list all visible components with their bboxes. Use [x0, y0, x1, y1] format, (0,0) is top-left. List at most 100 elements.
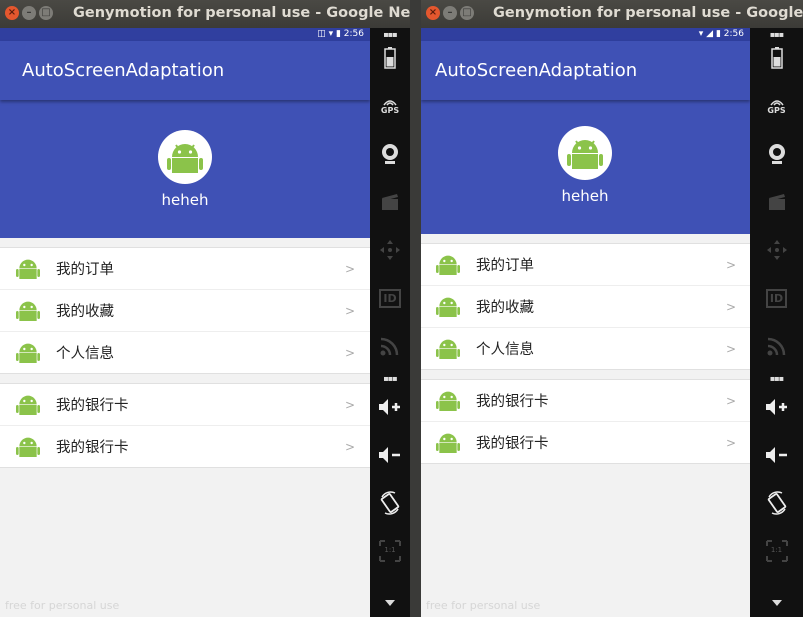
android-icon [436, 339, 460, 359]
window-titlebar[interactable]: × – □ Genymotion for personal use - Goog… [0, 0, 410, 28]
gps-icon[interactable]: GPS [750, 91, 803, 121]
scale-label: 1:1 [384, 546, 396, 554]
menu-item-label: 我的订单 [56, 262, 114, 278]
android-icon [16, 343, 40, 363]
chevron-right-icon: > [344, 261, 355, 276]
chevron-right-icon: > [344, 439, 355, 454]
avatar[interactable] [558, 126, 612, 180]
status-icons: ◫ ▾ ▮ [317, 29, 344, 39]
menu-group-2: 我的银行卡 > 我的银行卡 > [0, 383, 370, 468]
volume-up-icon[interactable] [370, 392, 410, 422]
device-screen[interactable]: ◫ ▾ ▮ 2:56 AutoScreenAdaptation heheh 我的… [0, 28, 370, 617]
chevron-right-icon: > [344, 397, 355, 412]
android-icon [16, 301, 40, 321]
menu-item-label: 我的银行卡 [476, 394, 549, 410]
scroll-down-icon[interactable] [750, 596, 803, 610]
window-title: Genymotion for personal use - Google Nex… [493, 5, 803, 21]
menu-item-bank-card[interactable]: 我的银行卡 > [421, 421, 750, 463]
menu-item-orders[interactable]: 我的订单 > [0, 248, 370, 289]
scale-icon[interactable]: 1:1 [750, 536, 803, 566]
menu-item-profile[interactable]: 个人信息 > [0, 331, 370, 373]
menu-item-bank-card[interactable]: 我的银行卡 > [0, 384, 370, 425]
username: heheh [561, 187, 609, 205]
app-bar-title: AutoScreenAdaptation [0, 41, 370, 100]
cast-icon[interactable] [750, 331, 803, 361]
gps-label: GPS [380, 105, 400, 115]
menu-item-profile[interactable]: 个人信息 > [421, 327, 750, 369]
window-close-button[interactable]: × [5, 6, 19, 20]
chevron-right-icon: > [344, 345, 355, 360]
status-time: 2:56 [343, 29, 364, 39]
username: heheh [161, 191, 209, 209]
dpad-icon[interactable] [370, 235, 410, 265]
menu-item-label: 个人信息 [56, 346, 114, 362]
device-screen[interactable]: ▾ ◢ ▮ 2:56 AutoScreenAdaptation heheh 我的… [421, 28, 750, 617]
window-minimize-button[interactable]: – [22, 6, 36, 20]
window-close-button[interactable]: × [426, 6, 440, 20]
battery-icon[interactable] [370, 43, 410, 73]
menu-item-label: 我的收藏 [56, 304, 114, 320]
window-maximize-button[interactable]: □ [39, 6, 53, 20]
android-icon [436, 255, 460, 275]
gps-icon[interactable]: GPS [370, 91, 410, 121]
scale-icon[interactable]: 1:1 [370, 536, 410, 566]
android-icon [16, 395, 40, 415]
menu-group-1: 我的订单 > 我的收藏 > 个人信息 > [0, 247, 370, 374]
drag-handle: ▪▪▪ [769, 374, 784, 383]
emulator-sidebar: ▪▪▪ GPS ID ▪▪▪ 1:1 [370, 28, 410, 617]
camera-icon[interactable] [750, 139, 803, 169]
drag-handle: ▪▪▪ [769, 30, 784, 39]
volume-down-icon[interactable] [370, 440, 410, 470]
profile-header: heheh [421, 100, 750, 234]
rotate-icon[interactable] [750, 488, 803, 518]
menu-item-orders[interactable]: 我的订单 > [421, 244, 750, 285]
android-icon [567, 140, 603, 169]
watermark: free for personal use [5, 599, 120, 612]
menu-group-2: 我的银行卡 > 我的银行卡 > [421, 379, 750, 464]
chevron-right-icon: > [725, 435, 736, 450]
clapperboard-icon[interactable] [370, 187, 410, 217]
camera-icon[interactable] [370, 139, 410, 169]
menu-item-label: 我的银行卡 [56, 398, 129, 414]
menu-item-label: 我的收藏 [476, 300, 534, 316]
menu-item-bank-card[interactable]: 我的银行卡 > [421, 380, 750, 421]
volume-up-icon[interactable] [750, 392, 803, 422]
cast-icon[interactable] [370, 331, 410, 361]
android-icon [16, 259, 40, 279]
android-icon [436, 391, 460, 411]
gps-label: GPS [767, 105, 786, 115]
volume-down-icon[interactable] [750, 440, 803, 470]
id-icon[interactable]: ID [370, 283, 410, 313]
scroll-down-icon[interactable] [370, 596, 410, 610]
menu-item-label: 我的订单 [476, 258, 534, 274]
chevron-right-icon: > [725, 299, 736, 314]
window-title: Genymotion for personal use - Google Nex… [73, 5, 410, 21]
rotate-icon[interactable] [370, 488, 410, 518]
drag-handle: ▪▪▪ [383, 30, 397, 39]
chevron-right-icon: > [344, 303, 355, 318]
status-time: 2:56 [723, 29, 744, 39]
menu-item-label: 我的银行卡 [56, 440, 129, 456]
watermark: free for personal use [426, 599, 541, 612]
clapperboard-icon[interactable] [750, 187, 803, 217]
status-bar: ◫ ▾ ▮ 2:56 [0, 28, 370, 41]
window-maximize-button[interactable]: □ [460, 6, 474, 20]
menu-group-1: 我的订单 > 我的收藏 > 个人信息 > [421, 243, 750, 370]
emulator-window-2: × – □ Genymotion for personal use - Goog… [421, 0, 803, 617]
window-titlebar[interactable]: × – □ Genymotion for personal use - Goog… [421, 0, 803, 28]
id-icon[interactable]: ID [750, 283, 803, 313]
window-minimize-button[interactable]: – [443, 6, 457, 20]
battery-icon[interactable] [750, 43, 803, 73]
scale-label: 1:1 [770, 546, 783, 554]
status-bar: ▾ ◢ ▮ 2:56 [421, 28, 750, 41]
menu-item-bank-card[interactable]: 我的银行卡 > [0, 425, 370, 467]
android-icon [436, 297, 460, 317]
avatar[interactable] [158, 130, 212, 184]
status-icons: ▾ ◢ ▮ [698, 29, 724, 39]
menu-item-favorites[interactable]: 我的收藏 > [421, 285, 750, 327]
dpad-icon[interactable] [750, 235, 803, 265]
menu-item-favorites[interactable]: 我的收藏 > [0, 289, 370, 331]
chevron-right-icon: > [725, 341, 736, 356]
menu-item-label: 我的银行卡 [476, 436, 549, 452]
android-icon [16, 437, 40, 457]
